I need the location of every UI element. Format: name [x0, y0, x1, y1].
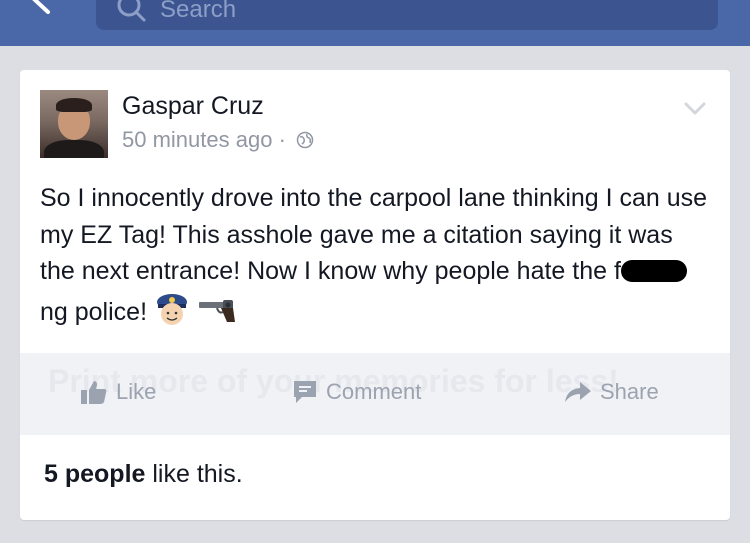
comment-label: Comment: [326, 379, 422, 404]
post-card: Gaspar Cruz 50 minutes ago · So I innoce…: [20, 70, 730, 520]
avatar[interactable]: [40, 90, 108, 158]
like-button[interactable]: Like: [80, 379, 156, 405]
likes-suffix: like this.: [152, 460, 243, 488]
top-navigation-bar: Search: [0, 0, 750, 46]
post-timestamp[interactable]: 50 minutes ago: [122, 127, 272, 152]
chevron-left-icon[interactable]: [26, 0, 56, 14]
like-label: Like: [116, 379, 157, 404]
pistol-emoji: [198, 299, 235, 322]
comment-button[interactable]: Comment: [292, 379, 421, 405]
share-label: Share: [600, 379, 659, 404]
police-officer-emoji: [156, 293, 187, 325]
search-placeholder: Search: [160, 0, 237, 23]
comment-icon: [294, 381, 316, 403]
globe-icon: [296, 131, 314, 149]
share-arrow-icon: [565, 382, 591, 402]
post-text-part-1: So I innocently drove into the carpool l…: [40, 184, 708, 285]
post-meta: 50 minutes ago ·: [122, 127, 314, 153]
post-message: So I innocently drove into the carpool l…: [40, 180, 710, 330]
meta-separator: ·: [278, 127, 286, 152]
author-name[interactable]: Gaspar Cruz: [122, 92, 264, 121]
redaction-mark: [620, 260, 687, 282]
likes-count: 5 people: [44, 460, 146, 488]
post-text-part-2: ng police!: [40, 297, 148, 326]
chevron-down-icon[interactable]: [684, 102, 706, 116]
search-icon: [117, 0, 146, 22]
post-action-bar: Print more of your memories for less! Li…: [20, 353, 730, 435]
search-input[interactable]: Search: [96, 0, 718, 30]
likes-summary[interactable]: 5 people like this.: [44, 460, 243, 489]
thumbs-up-icon: [81, 381, 107, 404]
share-button[interactable]: Share: [564, 379, 659, 405]
